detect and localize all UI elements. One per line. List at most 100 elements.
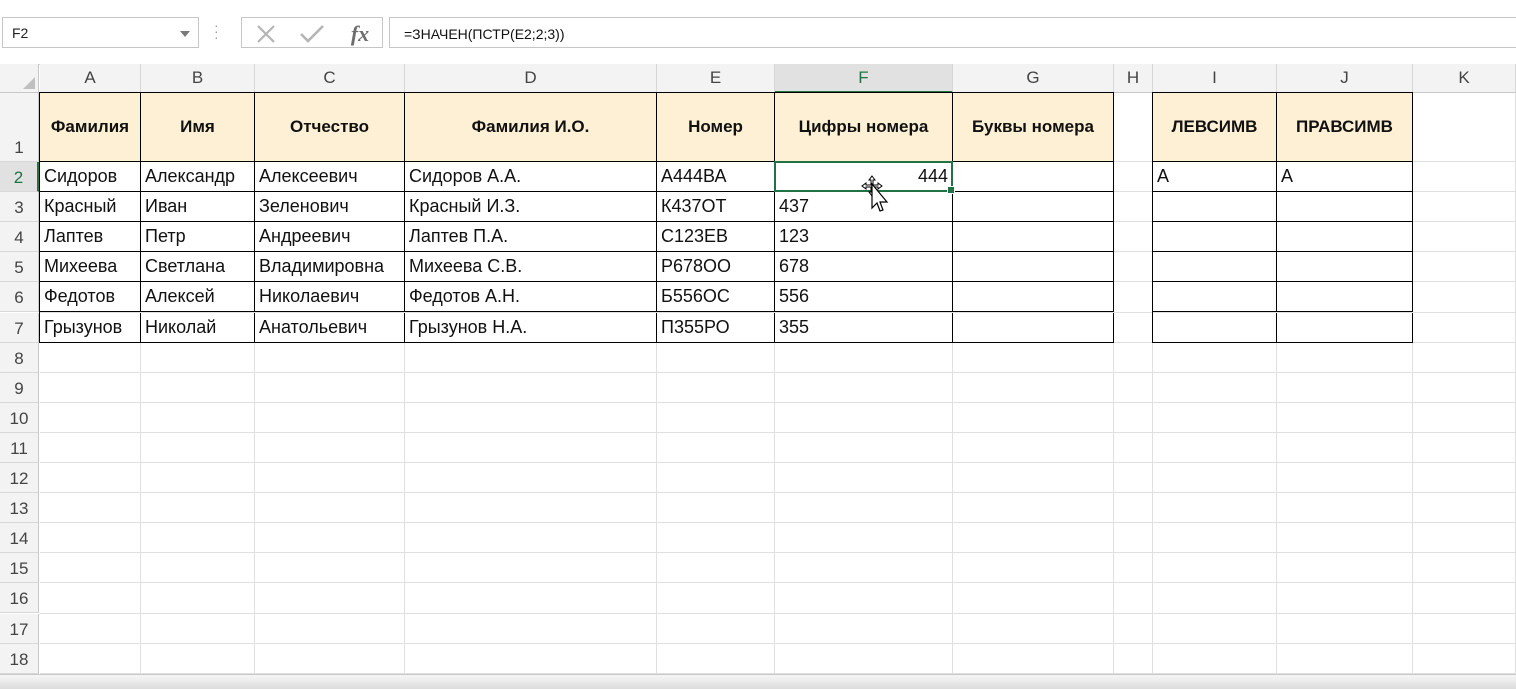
cell-b2[interactable]: Александр (141, 162, 255, 193)
column-header-h[interactable]: H (1114, 64, 1153, 93)
cell-i3[interactable] (1153, 192, 1277, 223)
cell-b6[interactable]: Алексей (141, 282, 255, 313)
column-header-b[interactable]: B (141, 64, 255, 93)
cell-e7[interactable]: П355РО (657, 312, 775, 343)
column-header-i[interactable]: I (1153, 64, 1277, 93)
cell-g5[interactable] (953, 252, 1114, 283)
row-header-6[interactable]: 6 (0, 282, 39, 313)
row-header-10[interactable]: 10 (0, 402, 39, 433)
cell-g4[interactable] (953, 222, 1114, 253)
row-header-9[interactable]: 9 (0, 372, 39, 403)
header-cell-b[interactable]: Имя (141, 93, 255, 162)
header-cell-g[interactable]: Буквы номера (953, 93, 1114, 162)
cell-e6[interactable]: Б556ОС (657, 282, 775, 313)
cell-j3[interactable] (1277, 192, 1413, 223)
cell-f4[interactable]: 123 (775, 222, 953, 253)
cell-j5[interactable] (1277, 252, 1413, 283)
formula-input[interactable]: =ЗНАЧЕН(ПСТР(E2;2;3)) (389, 17, 1516, 48)
cell-j6[interactable] (1277, 282, 1413, 313)
cell-d7[interactable]: Грызунов Н.А. (405, 312, 657, 343)
cell-b5[interactable]: Светлана (141, 252, 255, 283)
row-header-5[interactable]: 5 (0, 252, 39, 283)
column-header-c[interactable]: C (255, 64, 405, 93)
cell-j4[interactable] (1277, 222, 1413, 253)
gridline-horizontal (40, 462, 1516, 463)
cell-d3[interactable]: Красный И.З. (405, 192, 657, 223)
enter-button[interactable] (292, 20, 332, 47)
cell-a5[interactable]: Михеева (40, 252, 141, 283)
cell-d6[interactable]: Федотов А.Н. (405, 282, 657, 313)
cell-f7[interactable]: 355 (775, 312, 953, 343)
row-header-1[interactable]: 1 (0, 93, 39, 162)
table-border-top (39, 92, 1114, 93)
header-cell-a[interactable]: Фамилия (40, 93, 141, 162)
row-header-8[interactable]: 8 (0, 342, 39, 373)
cell-b4[interactable]: Петр (141, 222, 255, 253)
cell-e2[interactable]: А444ВА (657, 162, 775, 193)
name-box[interactable]: F2 (2, 17, 199, 48)
cell-i2[interactable]: А (1153, 162, 1277, 193)
row-header-12[interactable]: 12 (0, 463, 39, 494)
column-header-a[interactable]: A (40, 64, 141, 93)
table-border-left (1152, 92, 1153, 343)
header-cell-c[interactable]: Отчество (255, 93, 405, 162)
row-header-15[interactable]: 15 (0, 553, 39, 584)
insert-function-button[interactable]: fx (340, 20, 380, 47)
cell-j7[interactable] (1277, 312, 1413, 343)
row-header-16[interactable]: 16 (0, 583, 39, 614)
cell-e5[interactable]: Р678ОО (657, 252, 775, 283)
cell-a3[interactable]: Красный (40, 192, 141, 223)
row-header-7[interactable]: 7 (0, 312, 39, 343)
cell-a6[interactable]: Федотов (40, 282, 141, 313)
row-header-14[interactable]: 14 (0, 523, 39, 554)
cell-c3[interactable]: Зеленович (255, 192, 405, 223)
cell-c2[interactable]: Алексеевич (255, 162, 405, 193)
cell-e3[interactable]: К437ОТ (657, 192, 775, 223)
select-all-corner[interactable] (0, 64, 39, 93)
cell-g3[interactable] (953, 192, 1114, 223)
cell-i7[interactable] (1153, 312, 1277, 343)
cell-c4[interactable]: Андреевич (255, 222, 405, 253)
row-header-4[interactable]: 4 (0, 222, 39, 253)
header-cell-j[interactable]: ПРАВСИМВ (1277, 93, 1413, 162)
column-header-d[interactable]: D (405, 64, 657, 93)
cell-g6[interactable] (953, 282, 1114, 313)
header-cell-e[interactable]: Номер (657, 93, 775, 162)
cell-c5[interactable]: Владимировна (255, 252, 405, 283)
cell-i6[interactable] (1153, 282, 1277, 313)
cell-c7[interactable]: Анатольевич (255, 312, 405, 343)
cell-b3[interactable]: Иван (141, 192, 255, 223)
cell-i4[interactable] (1153, 222, 1277, 253)
header-cell-f[interactable]: Цифры номера (775, 93, 953, 162)
column-header-e[interactable]: E (657, 64, 775, 93)
cell-f5[interactable]: 678 (775, 252, 953, 283)
cell-j2[interactable]: А (1277, 162, 1413, 193)
row-header-13[interactable]: 13 (0, 493, 39, 524)
row-header-11[interactable]: 11 (0, 432, 39, 463)
row-header-3[interactable]: 3 (0, 192, 39, 223)
row-header-17[interactable]: 17 (0, 613, 39, 644)
cell-e4[interactable]: С123ЕВ (657, 222, 775, 253)
chevron-down-icon[interactable] (180, 31, 190, 37)
cell-f6[interactable]: 556 (775, 282, 953, 313)
column-header-j[interactable]: J (1277, 64, 1413, 93)
cell-d2[interactable]: Сидоров А.А. (405, 162, 657, 193)
cell-a2[interactable]: Сидоров (40, 162, 141, 193)
header-cell-i[interactable]: ЛЕВСИМВ (1153, 93, 1277, 162)
row-header-2[interactable]: 2 (0, 162, 39, 193)
cancel-button[interactable] (248, 20, 284, 47)
cell-a7[interactable]: Грызунов (40, 312, 141, 343)
cell-a4[interactable]: Лаптев (40, 222, 141, 253)
cell-b7[interactable]: Николай (141, 312, 255, 343)
column-header-k[interactable]: K (1413, 64, 1516, 93)
column-header-g[interactable]: G (953, 64, 1114, 93)
cell-d4[interactable]: Лаптев П.А. (405, 222, 657, 253)
column-header-f[interactable]: F (775, 64, 953, 93)
row-header-18[interactable]: 18 (0, 643, 39, 674)
cell-g2[interactable] (953, 162, 1114, 193)
cell-c6[interactable]: Николаевич (255, 282, 405, 313)
cell-d5[interactable]: Михеева С.В. (405, 252, 657, 283)
cell-g7[interactable] (953, 312, 1114, 343)
header-cell-d[interactable]: Фамилия И.О. (405, 93, 657, 162)
cell-i5[interactable] (1153, 252, 1277, 283)
